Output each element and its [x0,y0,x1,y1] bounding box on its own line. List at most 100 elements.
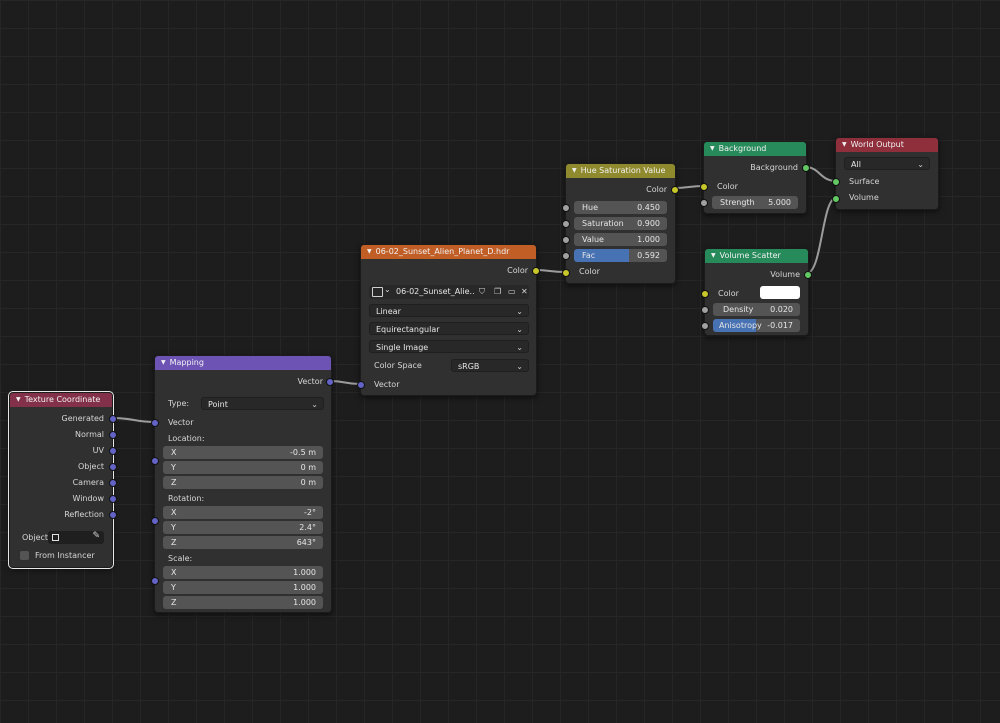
socket-camera[interactable] [109,479,117,487]
eyedropper-icon[interactable]: ✎ [92,531,100,541]
color-space-label: Color Space [374,361,422,370]
socket-color-out[interactable] [671,186,679,194]
collapse-triangle-icon[interactable]: ▼ [710,145,715,152]
color-input-label: Color [579,267,600,276]
socket-rotation[interactable] [151,517,159,525]
socket-window[interactable] [109,495,117,503]
texture-coordinate-node[interactable]: ▼ Texture Coordinate Generated Normal UV … [8,391,117,569]
projection-dropdown[interactable]: Equirectangular ⌄ [369,322,529,335]
location-label: Location: [168,434,205,443]
volume-input-label: Volume [849,193,879,202]
hue-saturation-value-node[interactable]: ▼ Hue Saturation Value Color Hue 0.450 Sat… [562,163,679,284]
socket-vector-in[interactable] [357,381,365,389]
socket-volume-out[interactable] [804,271,812,279]
socket-value[interactable] [562,236,570,244]
volume-scatter-node[interactable]: ▼ Volume Scatter Volume Color Density 0.02… [701,248,812,336]
socket-location[interactable] [151,457,159,465]
strength-field[interactable]: Strength 5.000 [712,196,798,209]
output-color: Color [507,266,528,275]
socket-density[interactable] [701,306,709,314]
collapse-triangle-icon[interactable]: ▼ [16,396,21,403]
socket-strength[interactable] [700,199,708,207]
close-icon[interactable]: ✕ [521,285,528,299]
mapping-node[interactable]: ▼ Mapping Vector Type: Point ⌄ Vector Loca… [151,355,334,613]
location-y-field[interactable]: Y0 m [163,461,323,474]
source-dropdown[interactable]: Single Image ⌄ [369,340,529,353]
node-header[interactable]: ▼ Texture Coordinate [10,393,112,407]
object-picker-field[interactable]: ✎ [48,531,104,544]
socket-color-in[interactable] [700,183,708,191]
socket-surface-in[interactable] [832,178,840,186]
collapse-triangle-icon[interactable]: ▼ [572,167,577,174]
object-label: Object: [22,533,51,542]
scale-z-field[interactable]: Z 1.000 [163,596,323,609]
socket-fac[interactable] [562,252,570,260]
fake-user-shield-icon[interactable]: ⛉ [479,285,485,299]
socket-scale[interactable] [151,577,159,585]
image-selector[interactable]: ⌄ 06-02_Sunset_Alie.. ⛉ ❐ ▭ ✕ [369,285,529,299]
output-camera: Camera [72,478,104,487]
output-reflection: Reflection [64,510,104,519]
saturation-field[interactable]: Saturation 0.900 [574,217,667,230]
rotation-z-field[interactable]: Z 643° [163,536,323,549]
socket-background-out[interactable] [802,164,810,172]
node-header[interactable]: ▼ Mapping [155,356,331,370]
socket-color-in[interactable] [701,290,709,298]
node-header[interactable]: ▼ Background [704,142,806,156]
hue-field[interactable]: Hue 0.450 [574,201,667,214]
chevron-down-icon: ⌄ [516,362,523,371]
socket-object[interactable] [109,463,117,471]
scale-label: Scale: [168,554,193,563]
collapse-triangle-icon[interactable]: ▼ [367,248,372,255]
from-instancer-checkbox[interactable] [20,551,29,560]
fac-slider[interactable]: Fac 0.592 [574,249,667,262]
node-header[interactable]: ▼ World Output [836,138,938,152]
socket-uv[interactable] [109,447,117,455]
image-name-field[interactable]: 06-02_Sunset_Alie.. [396,285,475,299]
duplicate-icon[interactable]: ❐ [494,285,501,299]
rotation-x-field[interactable]: X -2° [163,506,323,519]
node-header[interactable]: ▼ 06-02_Sunset_Alien_Planet_D.hdr [361,245,536,259]
anisotropy-slider[interactable]: Anisotropy -0.017 [713,319,800,332]
socket-normal[interactable] [109,431,117,439]
socket-color-out[interactable] [532,267,540,275]
density-field[interactable]: Density 0.020 [713,303,800,316]
interpolation-dropdown[interactable]: Linear ⌄ [369,304,529,317]
collapse-triangle-icon[interactable]: ▼ [842,141,847,148]
location-x-field[interactable]: X -0.5 m [163,446,323,459]
chevron-down-icon: ⌄ [311,400,318,409]
color-swatch[interactable] [760,286,800,299]
scale-x-field[interactable]: X 1.000 [163,566,323,579]
rotation-y-field[interactable]: Y 2.4° [163,521,323,534]
type-dropdown[interactable]: Point ⌄ [201,397,324,410]
socket-vector-out[interactable] [326,378,334,386]
output-uv: UV [92,446,104,455]
color-space-dropdown[interactable]: sRGB ⌄ [451,359,529,372]
world-output-node[interactable]: ▼ World Output All ⌄ Surface Volume [832,137,939,210]
output-volume: Volume [770,270,800,279]
link-generated-vector [111,417,156,423]
socket-saturation[interactable] [562,220,570,228]
value-field[interactable]: Value 1.000 [574,233,667,246]
target-dropdown[interactable]: All ⌄ [844,157,930,170]
object-cube-icon [52,534,59,541]
scale-y-field[interactable]: Y 1.000 [163,581,323,594]
socket-vector-in[interactable] [151,419,159,427]
socket-anisotropy[interactable] [701,322,709,330]
output-normal: Normal [75,430,104,439]
chevron-down-icon: ⌄ [516,325,523,334]
socket-reflection[interactable] [109,511,117,519]
location-z-field[interactable]: Z0 m [163,476,323,489]
background-node[interactable]: ▼ Background Background Color Strength 5.0… [700,141,810,214]
socket-hue[interactable] [562,204,570,212]
socket-color-in[interactable] [562,269,570,277]
node-header[interactable]: ▼ Volume Scatter [705,249,808,263]
collapse-triangle-icon[interactable]: ▼ [161,359,166,366]
node-header[interactable]: ▼ Hue Saturation Value [566,164,675,178]
image-browse-icon[interactable] [372,287,383,297]
socket-volume-in[interactable] [832,195,840,203]
environment-texture-node[interactable]: ▼ 06-02_Sunset_Alien_Planet_D.hdr Color ⌄… [357,244,540,396]
socket-generated[interactable] [109,415,117,423]
folder-icon[interactable]: ▭ [508,285,516,299]
collapse-triangle-icon[interactable]: ▼ [711,252,716,259]
